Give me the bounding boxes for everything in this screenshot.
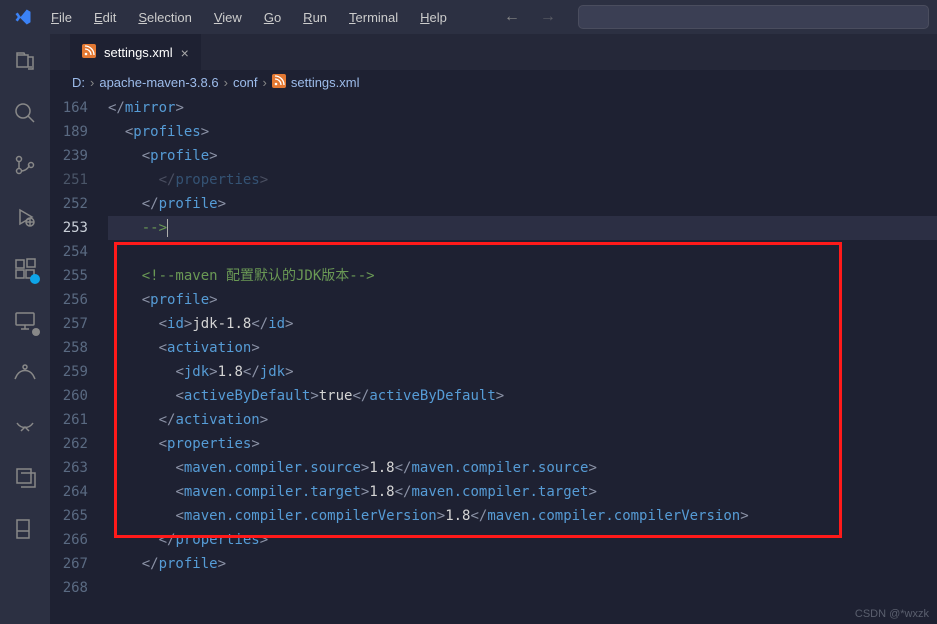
tab-filename: settings.xml	[104, 45, 173, 60]
breadcrumb-folder1[interactable]: apache-maven-3.8.6	[99, 75, 218, 90]
activity-bar	[0, 34, 50, 624]
breadcrumb-folder2[interactable]: conf	[233, 75, 258, 90]
status-dot-icon	[32, 328, 40, 336]
breadcrumb-file[interactable]: settings.xml	[291, 75, 360, 90]
command-center-search[interactable]	[578, 5, 929, 29]
source-control-icon[interactable]	[12, 152, 38, 178]
title-bar: File Edit Selection View Go Run Terminal…	[0, 0, 937, 34]
chevron-right-icon: ›	[263, 75, 267, 90]
breadcrumb-drive[interactable]: D:	[72, 75, 85, 90]
menu-help[interactable]: Help	[411, 6, 456, 29]
menu-file[interactable]: File	[42, 6, 81, 29]
line-number-gutter: 164 189 239 251 252 253 254 255 256 257 …	[50, 94, 108, 624]
nav-forward-icon[interactable]: →	[540, 8, 556, 26]
watermark: CSDN @*wxzk	[855, 608, 929, 620]
run-debug-icon[interactable]	[12, 204, 38, 230]
tab-bar: settings.xml ×	[50, 34, 937, 70]
menu-terminal[interactable]: Terminal	[340, 6, 407, 29]
live-share-2-icon[interactable]	[12, 412, 38, 438]
explorer-icon[interactable]	[12, 48, 38, 74]
menu-edit[interactable]: Edit	[85, 6, 125, 29]
xml-file-icon	[272, 74, 286, 91]
tab-settings-xml[interactable]: settings.xml ×	[70, 34, 201, 70]
chevron-right-icon: ›	[90, 75, 94, 90]
tab-close-icon[interactable]: ×	[181, 45, 189, 61]
code-editor[interactable]: 164 189 239 251 252 253 254 255 256 257 …	[50, 94, 937, 624]
breadcrumb[interactable]: D: › apache-maven-3.8.6 › conf › setting…	[50, 70, 937, 94]
extensions-badge-icon	[30, 274, 40, 284]
extensions-icon[interactable]	[12, 256, 38, 282]
layout-icon[interactable]	[12, 516, 38, 542]
remote-explorer-icon[interactable]	[12, 308, 38, 334]
menu-view[interactable]: View	[205, 6, 251, 29]
vscode-logo-icon	[14, 8, 32, 26]
live-share-icon[interactable]	[12, 360, 38, 386]
stacked-panels-icon[interactable]	[12, 464, 38, 490]
menu-selection[interactable]: Selection	[129, 6, 200, 29]
editor-area: settings.xml × D: › apache-maven-3.8.6 ›…	[50, 34, 937, 624]
code-content[interactable]: </mirror> <profiles> <profile> </propert…	[108, 94, 937, 624]
nav-back-icon[interactable]: ←	[504, 8, 520, 26]
menu-run[interactable]: Run	[294, 6, 336, 29]
chevron-right-icon: ›	[224, 75, 228, 90]
menu-go[interactable]: Go	[255, 6, 290, 29]
text-cursor-icon	[167, 219, 168, 237]
search-icon[interactable]	[12, 100, 38, 126]
xml-file-icon	[82, 44, 96, 61]
